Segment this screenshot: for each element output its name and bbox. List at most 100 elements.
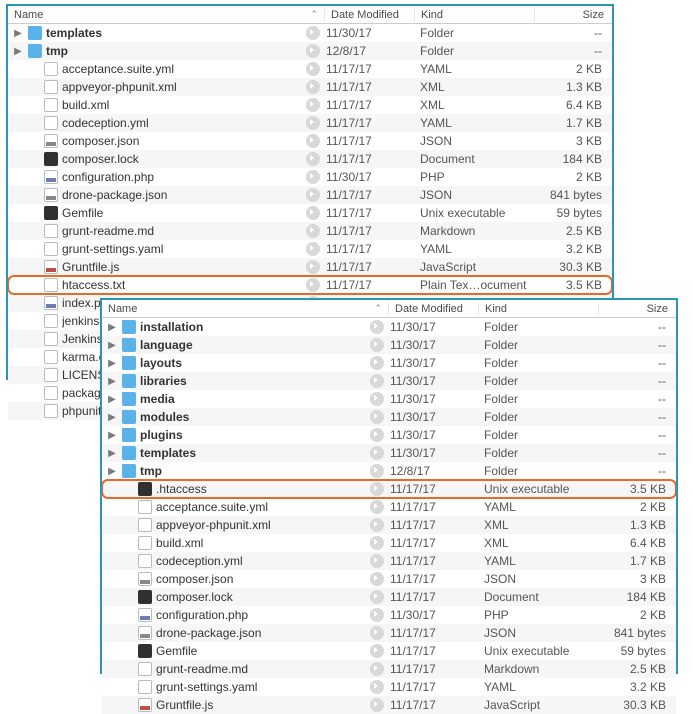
go-arrow-icon[interactable] xyxy=(306,170,320,184)
file-row[interactable]: ▶Gruntfile.js11/17/17JavaScript30.3 KB xyxy=(102,696,676,714)
go-arrow-icon[interactable] xyxy=(370,320,384,334)
file-row[interactable]: ▶layouts11/30/17Folder-- xyxy=(102,354,676,372)
disclosure-triangle-icon[interactable]: ▶ xyxy=(106,412,118,423)
kind-cell: Unix executable xyxy=(478,644,598,658)
go-arrow-icon[interactable] xyxy=(370,590,384,604)
file-row[interactable]: ▶configuration.php11/30/17PHP2 KB xyxy=(8,168,612,186)
disclosure-triangle-icon[interactable]: ▶ xyxy=(106,430,118,441)
header-size[interactable]: Size xyxy=(534,9,612,21)
file-row[interactable]: ▶tmp12/8/17Folder-- xyxy=(8,42,612,60)
go-arrow-icon[interactable] xyxy=(370,374,384,388)
go-arrow-icon[interactable] xyxy=(370,356,384,370)
go-arrow-icon[interactable] xyxy=(370,680,384,694)
go-arrow-icon[interactable] xyxy=(306,134,320,148)
file-row[interactable]: ▶grunt-readme.md11/17/17Markdown2.5 KB xyxy=(102,660,676,678)
file-row[interactable]: ▶drone-package.json11/17/17JSON841 bytes xyxy=(8,186,612,204)
file-name-cell: ▶.htaccess xyxy=(102,482,370,496)
file-row[interactable]: ▶tmp12/8/17Folder-- xyxy=(102,462,676,480)
disclosure-triangle-icon[interactable]: ▶ xyxy=(106,340,118,351)
header-name[interactable]: Name ⌃ xyxy=(102,303,388,315)
file-row[interactable]: ▶codeception.yml11/17/17YAML1.7 KB xyxy=(8,114,612,132)
date-cell: 11/17/17 xyxy=(324,62,414,76)
file-row[interactable]: ▶grunt-settings.yaml11/17/17YAML3.2 KB xyxy=(8,240,612,258)
go-arrow-icon[interactable] xyxy=(370,464,384,478)
file-row[interactable]: ▶Gruntfile.js11/17/17JavaScript30.3 KB xyxy=(8,258,612,276)
go-arrow-icon[interactable] xyxy=(306,80,320,94)
file-row[interactable]: ▶appveyor-phpunit.xml11/17/17XML1.3 KB xyxy=(8,78,612,96)
file-row[interactable]: ▶.htaccess11/17/17Unix executable3.5 KB xyxy=(102,480,676,498)
go-arrow-icon[interactable] xyxy=(370,554,384,568)
header-size[interactable]: Size xyxy=(598,303,676,315)
kind-cell: Folder xyxy=(478,410,598,424)
go-arrow-icon[interactable] xyxy=(306,278,320,292)
file-row[interactable]: ▶Gemfile11/17/17Unix executable59 bytes xyxy=(102,642,676,660)
go-arrow-icon[interactable] xyxy=(306,206,320,220)
go-arrow-icon[interactable] xyxy=(306,188,320,202)
go-arrow-icon[interactable] xyxy=(370,500,384,514)
disclosure-triangle-icon[interactable]: ▶ xyxy=(106,358,118,369)
file-row[interactable]: ▶build.xml11/17/17XML6.4 KB xyxy=(8,96,612,114)
file-row[interactable]: ▶grunt-settings.yaml11/17/17YAML3.2 KB xyxy=(102,678,676,696)
go-arrow-icon[interactable] xyxy=(370,428,384,442)
file-row[interactable]: ▶Gemfile11/17/17Unix executable59 bytes xyxy=(8,204,612,222)
file-row[interactable]: ▶composer.json11/17/17JSON3 KB xyxy=(102,570,676,588)
date-cell: 11/17/17 xyxy=(324,278,414,292)
file-row[interactable]: ▶templates11/30/17Folder-- xyxy=(102,444,676,462)
go-arrow-icon[interactable] xyxy=(370,518,384,532)
go-arrow-icon[interactable] xyxy=(306,224,320,238)
go-arrow-icon[interactable] xyxy=(306,26,320,40)
go-arrow-icon[interactable] xyxy=(370,698,384,712)
file-row[interactable]: ▶configuration.php11/30/17PHP2 KB xyxy=(102,606,676,624)
go-arrow-icon[interactable] xyxy=(370,410,384,424)
go-arrow-icon[interactable] xyxy=(370,338,384,352)
go-arrow-icon[interactable] xyxy=(370,608,384,622)
header-name[interactable]: Name ⌃ xyxy=(8,9,324,21)
disclosure-triangle-icon[interactable]: ▶ xyxy=(12,28,24,39)
go-arrow-icon[interactable] xyxy=(306,116,320,130)
file-row[interactable]: ▶acceptance.suite.yml11/17/17YAML2 KB xyxy=(102,498,676,516)
go-arrow-icon[interactable] xyxy=(370,626,384,640)
file-row[interactable]: ▶drone-package.json11/17/17JSON841 bytes xyxy=(102,624,676,642)
go-arrow-icon[interactable] xyxy=(306,44,320,58)
go-arrow-icon[interactable] xyxy=(370,572,384,586)
go-arrow-icon[interactable] xyxy=(370,446,384,460)
file-row[interactable]: ▶appveyor-phpunit.xml11/17/17XML1.3 KB xyxy=(102,516,676,534)
go-arrow-icon[interactable] xyxy=(306,62,320,76)
file-row[interactable]: ▶acceptance.suite.yml11/17/17YAML2 KB xyxy=(8,60,612,78)
file-row[interactable]: ▶plugins11/30/17Folder-- xyxy=(102,426,676,444)
go-arrow-icon[interactable] xyxy=(370,392,384,406)
disclosure-triangle-icon[interactable]: ▶ xyxy=(106,322,118,333)
go-arrow-icon[interactable] xyxy=(370,536,384,550)
header-kind[interactable]: Kind xyxy=(478,303,598,315)
disclosure-triangle-icon[interactable]: ▶ xyxy=(106,466,118,477)
file-row[interactable]: ▶media11/30/17Folder-- xyxy=(102,390,676,408)
disclosure-triangle-icon[interactable]: ▶ xyxy=(106,394,118,405)
file-row[interactable]: ▶composer.lock11/17/17Document184 KB xyxy=(102,588,676,606)
file-row[interactable]: ▶grunt-readme.md11/17/17Markdown2.5 KB xyxy=(8,222,612,240)
disclosure-triangle-icon[interactable]: ▶ xyxy=(106,376,118,387)
go-arrow-icon[interactable] xyxy=(306,152,320,166)
header-date[interactable]: Date Modified xyxy=(324,9,414,21)
go-arrow-icon[interactable] xyxy=(306,242,320,256)
header-date[interactable]: Date Modified xyxy=(388,303,478,315)
header-kind[interactable]: Kind xyxy=(414,9,534,21)
file-row[interactable]: ▶htaccess.txt11/17/17Plain Tex…ocument3.… xyxy=(8,276,612,294)
file-row[interactable]: ▶build.xml11/17/17XML6.4 KB xyxy=(102,534,676,552)
file-row[interactable]: ▶composer.lock11/17/17Document184 KB xyxy=(8,150,612,168)
file-row[interactable]: ▶language11/30/17Folder-- xyxy=(102,336,676,354)
go-arrow-icon[interactable] xyxy=(306,260,320,274)
go-arrow-icon[interactable] xyxy=(306,98,320,112)
file-row[interactable]: ▶composer.json11/17/17JSON3 KB xyxy=(8,132,612,150)
go-arrow-icon[interactable] xyxy=(370,662,384,676)
disclosure-triangle-icon[interactable]: ▶ xyxy=(106,448,118,459)
go-arrow-icon[interactable] xyxy=(370,482,384,496)
file-row[interactable]: ▶codeception.yml11/17/17YAML1.7 KB xyxy=(102,552,676,570)
go-arrow-icon[interactable] xyxy=(370,644,384,658)
file-row[interactable]: ▶installation11/30/17Folder-- xyxy=(102,318,676,336)
file-row[interactable]: ▶libraries11/30/17Folder-- xyxy=(102,372,676,390)
file-row[interactable]: ▶templates11/30/17Folder-- xyxy=(8,24,612,42)
disclosure-triangle-icon[interactable]: ▶ xyxy=(12,46,24,57)
file-name-label: Jenkins xyxy=(62,332,103,346)
folder-icon xyxy=(122,338,136,352)
file-row[interactable]: ▶modules11/30/17Folder-- xyxy=(102,408,676,426)
